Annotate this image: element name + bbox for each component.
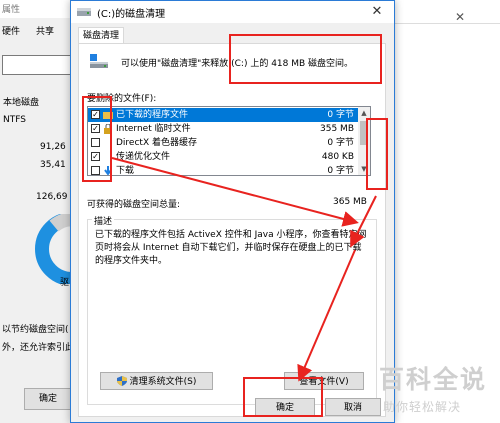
watermark-title: 百科全说 bbox=[379, 365, 488, 394]
watermark-subtitle: 助你轻松解决 bbox=[383, 400, 462, 414]
watermark: 百科全说 助你轻松解决 bbox=[367, 360, 497, 420]
